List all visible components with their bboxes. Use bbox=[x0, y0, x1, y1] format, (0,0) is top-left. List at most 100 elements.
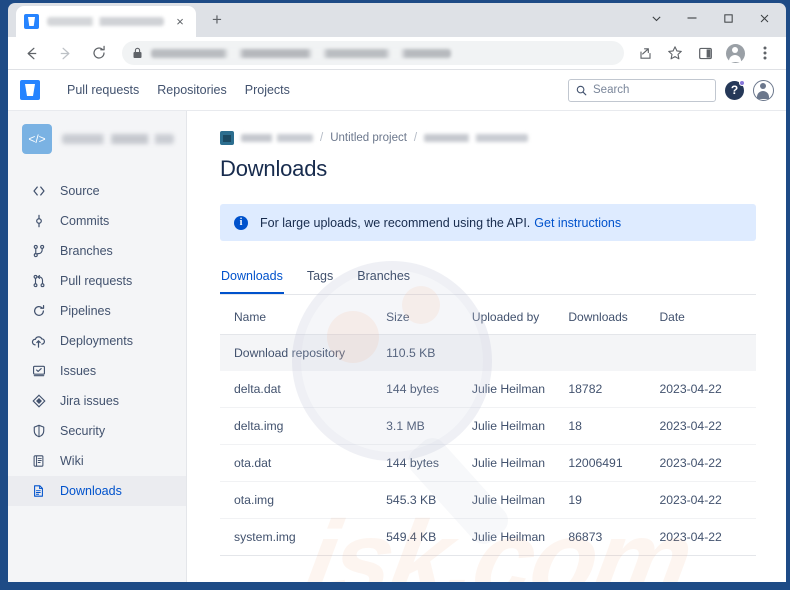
sidebar-item-commits[interactable]: Commits bbox=[8, 206, 186, 236]
sidebar-item-label: Source bbox=[60, 184, 100, 198]
cell-name[interactable]: ota.img bbox=[220, 481, 387, 519]
help-button[interactable]: ? bbox=[725, 79, 745, 100]
cell-downloads: 18 bbox=[568, 407, 660, 445]
cell-uploaded-by bbox=[471, 334, 569, 371]
sidebar-item-pipelines[interactable]: Pipelines bbox=[8, 296, 186, 326]
table-row-download-repository[interactable]: Download repository 110.5 KB bbox=[220, 334, 756, 371]
reload-button[interactable] bbox=[86, 40, 112, 66]
cell-name[interactable]: delta.img bbox=[220, 407, 387, 445]
cell-date: 2023-04-22 bbox=[659, 518, 756, 556]
sidebar-item-downloads[interactable]: Downloads bbox=[8, 476, 186, 506]
sidebar-item-label: Commits bbox=[60, 214, 110, 228]
cell-name[interactable]: ota.dat bbox=[220, 444, 387, 482]
nav-item-repositories[interactable]: Repositories bbox=[148, 77, 235, 103]
content-tabs: Downloads Tags Branches bbox=[220, 265, 756, 295]
bitbucket-favicon-icon bbox=[24, 14, 39, 29]
side-panel-icon[interactable] bbox=[692, 40, 718, 66]
cell-size: 549.4 KB bbox=[386, 518, 472, 556]
column-header-size[interactable]: Size bbox=[386, 295, 472, 335]
branch-icon bbox=[30, 243, 47, 260]
browser-tab[interactable]: × bbox=[16, 6, 196, 37]
close-icon bbox=[760, 14, 768, 22]
close-window-button[interactable] bbox=[746, 4, 782, 32]
sidebar: </> Source Commits Branches Pull request… bbox=[8, 111, 187, 582]
cell-date: 2023-04-22 bbox=[659, 481, 756, 519]
sidebar-item-issues[interactable]: Issues bbox=[8, 356, 186, 386]
table-header: Name Size Uploaded by Downloads Date bbox=[220, 295, 756, 335]
column-header-date[interactable]: Date bbox=[659, 295, 756, 335]
cell-size: 545.3 KB bbox=[386, 481, 472, 519]
help-icon: ? bbox=[730, 83, 739, 97]
chevron-down-icon bbox=[651, 15, 661, 21]
reload-icon bbox=[93, 45, 105, 59]
table-row[interactable]: ota.dat 144 bytes Julie Heilman 12006491… bbox=[220, 444, 756, 482]
cell-name[interactable]: delta.dat bbox=[220, 371, 387, 408]
sidebar-item-security[interactable]: Security bbox=[8, 416, 186, 446]
sidebar-item-branches[interactable]: Branches bbox=[8, 236, 186, 266]
bookmark-star-icon[interactable] bbox=[662, 40, 688, 66]
cell-size: 144 bytes bbox=[386, 371, 472, 408]
sidebar-item-label: Pull requests bbox=[60, 274, 133, 288]
code-icon bbox=[30, 183, 47, 200]
issues-icon bbox=[30, 363, 47, 380]
share-icon[interactable] bbox=[632, 40, 658, 66]
tab-tags[interactable]: Tags bbox=[306, 265, 334, 294]
download-file-icon bbox=[30, 483, 47, 500]
user-avatar[interactable] bbox=[753, 79, 774, 101]
column-header-name[interactable]: Name bbox=[220, 295, 387, 335]
sidebar-item-jira-issues[interactable]: Jira issues bbox=[8, 386, 186, 416]
search-input[interactable]: Search bbox=[568, 78, 716, 102]
table-row[interactable]: delta.img 3.1 MB Julie Heilman 18 2023-0… bbox=[220, 407, 756, 445]
cell-downloads: 86873 bbox=[568, 518, 660, 556]
close-icon[interactable]: × bbox=[172, 14, 188, 30]
chrome-menu-button[interactable] bbox=[752, 40, 778, 66]
nav-item-pull-requests[interactable]: Pull requests bbox=[58, 77, 148, 103]
column-header-uploaded-by[interactable]: Uploaded by bbox=[471, 295, 569, 335]
main-content: isk.com / Untitled project / Downloads i… bbox=[187, 111, 786, 582]
cell-size: 144 bytes bbox=[386, 444, 472, 482]
sidebar-item-wiki[interactable]: Wiki bbox=[8, 446, 186, 476]
address-bar[interactable] bbox=[122, 41, 624, 65]
sidebar-item-source[interactable]: Source bbox=[8, 176, 186, 206]
tab-downloads[interactable]: Downloads bbox=[220, 265, 284, 294]
sidebar-item-label: Security bbox=[60, 424, 106, 438]
bitbucket-logo-icon[interactable] bbox=[20, 80, 40, 100]
info-banner: i For large uploads, we recommend using … bbox=[220, 204, 756, 241]
table-row[interactable]: ota.img 545.3 KB Julie Heilman 19 2023-0… bbox=[220, 481, 756, 519]
cell-downloads: 12006491 bbox=[568, 444, 660, 482]
tab-search-button[interactable] bbox=[638, 4, 674, 32]
cell-date: 2023-04-22 bbox=[659, 371, 756, 408]
sidebar-item-pull-requests[interactable]: Pull requests bbox=[8, 266, 186, 296]
wiki-icon bbox=[30, 453, 47, 470]
breadcrumb-project[interactable]: Untitled project bbox=[330, 132, 407, 144]
sidebar-item-label: Wiki bbox=[60, 454, 84, 468]
table-row[interactable]: system.img 549.4 KB Julie Heilman 86873 … bbox=[220, 518, 756, 556]
cell-uploaded-by: Julie Heilman bbox=[471, 371, 569, 408]
sidebar-repo-header[interactable]: </> bbox=[8, 124, 186, 154]
table-row[interactable]: delta.dat 144 bytes Julie Heilman 18782 … bbox=[220, 371, 756, 408]
tab-branches[interactable]: Branches bbox=[356, 265, 411, 294]
page-title: Downloads bbox=[220, 156, 328, 181]
maximize-button[interactable] bbox=[710, 4, 746, 32]
app-body: </> Source Commits Branches Pull request… bbox=[8, 111, 786, 582]
breadcrumb-workspace[interactable] bbox=[241, 134, 313, 142]
sidebar-item-label: Jira issues bbox=[60, 394, 120, 408]
cell-name[interactable]: system.img bbox=[220, 518, 387, 556]
sidebar-item-label: Downloads bbox=[60, 484, 122, 498]
new-tab-button[interactable]: + bbox=[206, 9, 228, 31]
sidebar-item-deployments[interactable]: Deployments bbox=[8, 326, 186, 356]
nav-item-projects[interactable]: Projects bbox=[236, 77, 299, 103]
chrome-profile-button[interactable] bbox=[722, 40, 748, 66]
back-button[interactable] bbox=[18, 40, 44, 66]
forward-button[interactable] bbox=[52, 40, 78, 66]
get-instructions-link[interactable]: Get instructions bbox=[534, 216, 621, 230]
info-banner-text: For large uploads, we recommend using th… bbox=[260, 215, 531, 230]
breadcrumb-repository[interactable] bbox=[424, 134, 529, 142]
table-body: Download repository 110.5 KB delta.dat 1… bbox=[220, 334, 756, 556]
column-header-downloads[interactable]: Downloads bbox=[568, 295, 660, 335]
arrow-right-icon bbox=[60, 47, 69, 59]
window-controls bbox=[638, 3, 782, 33]
cell-name[interactable]: Download repository bbox=[220, 334, 387, 371]
minimize-button[interactable] bbox=[674, 4, 710, 32]
sidebar-item-label: Deployments bbox=[60, 334, 133, 348]
